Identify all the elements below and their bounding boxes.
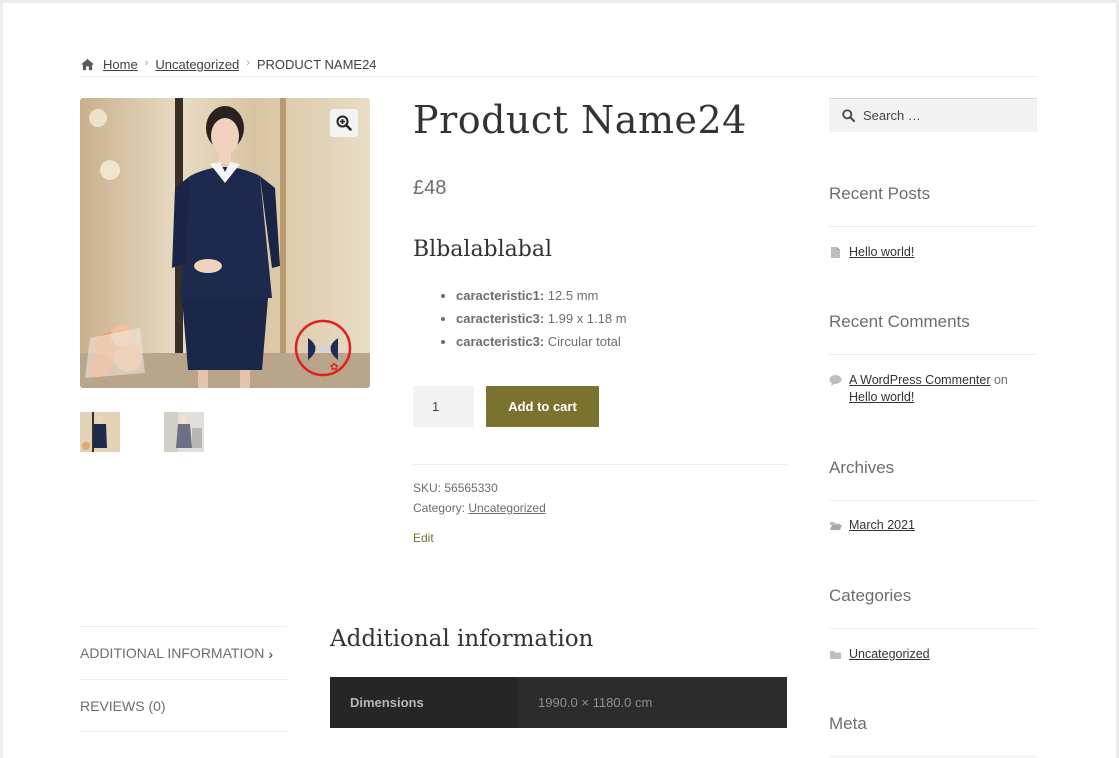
tab-additional-information[interactable]: ADDITIONAL INFORMATION › xyxy=(80,626,287,679)
recent-post-link[interactable]: Hello world! xyxy=(849,244,914,261)
chevron-right-icon: › xyxy=(268,646,273,662)
product-main-image[interactable]: ✿ xyxy=(80,98,370,388)
feature-value: 1.99 x 1.18 m xyxy=(544,311,627,326)
tab-label: REVIEWS (0) xyxy=(80,697,166,714)
sku-label: SKU: xyxy=(413,481,442,495)
archive-link[interactable]: March 2021 xyxy=(849,517,915,534)
feature-list: caracteristic1: 12.5 mm caracteristic3: … xyxy=(456,284,627,353)
thumbnail-image xyxy=(164,412,204,452)
home-icon xyxy=(81,58,94,71)
category-link[interactable]: Uncategorized xyxy=(468,501,545,515)
feature-item: caracteristic1: 12.5 mm xyxy=(456,284,627,307)
breadcrumb-separator: › xyxy=(246,57,250,69)
quantity-value: 1 xyxy=(432,399,440,414)
thumbnail-image xyxy=(80,412,120,452)
feature-item: caracteristic3: 1.99 x 1.18 m xyxy=(456,307,627,330)
product-title: Product Name24 xyxy=(413,98,747,142)
sku-line: SKU: 56565330 xyxy=(413,478,546,498)
breadcrumb-category-link[interactable]: Uncategorized xyxy=(155,57,239,72)
breadcrumb-home-link[interactable]: Home xyxy=(103,57,138,72)
product-meta: SKU: 56565330 Category: Uncategorized xyxy=(413,478,546,518)
category-item: Uncategorized xyxy=(829,646,930,663)
comment-author-link[interactable]: A WordPress Commenter xyxy=(849,373,990,387)
comment-icon xyxy=(829,375,842,386)
edit-link[interactable]: Edit xyxy=(413,531,434,545)
add-to-cart-button[interactable]: Add to cart xyxy=(486,386,599,427)
breadcrumb-separator: › xyxy=(144,57,149,69)
categories-title: Categories xyxy=(829,586,1037,629)
feature-value: Circular total xyxy=(544,334,621,349)
attributes-table: Dimensions 1990.0 × 1180.0 cm xyxy=(330,677,787,728)
feature-label: caracteristic1: xyxy=(456,288,545,303)
tab-reviews[interactable]: REVIEWS (0) xyxy=(80,679,287,732)
quantity-input[interactable]: 1 xyxy=(413,386,474,427)
attribute-value: 1990.0 × 1180.0 cm xyxy=(518,677,787,728)
feature-value: 12.5 mm xyxy=(544,288,599,303)
document-icon xyxy=(831,247,840,258)
breadcrumb: Home › Uncategorized › PRODUCT NAME24 xyxy=(80,57,1037,77)
product-thumbnail[interactable] xyxy=(164,412,204,452)
feature-item: caracteristic3: Circular total xyxy=(456,330,627,353)
product-tabs: ADDITIONAL INFORMATION › REVIEWS (0) xyxy=(80,626,287,732)
recent-comment-text: A WordPress Commenter on Hello world! xyxy=(849,372,1008,406)
product-price: £48 xyxy=(413,177,447,199)
product-photo: ✿ xyxy=(80,98,370,388)
category-label: Category: xyxy=(413,501,466,515)
comment-on-text: on xyxy=(990,373,1008,387)
magnifier-plus-icon xyxy=(336,115,352,131)
sku-value: 56565330 xyxy=(441,481,498,495)
recent-post-item: Hello world! xyxy=(829,244,914,261)
recent-comments-title: Recent Comments xyxy=(829,312,1037,355)
feature-label: caracteristic3: xyxy=(456,334,545,349)
search-placeholder: Search … xyxy=(863,108,921,123)
archives-title: Archives xyxy=(829,458,1037,501)
breadcrumb-current: PRODUCT NAME24 xyxy=(256,57,377,72)
product-subtitle: Blbalablabal xyxy=(413,237,553,262)
meta-title: Meta xyxy=(829,714,1037,757)
folder-icon xyxy=(830,651,841,659)
svg-text:✿: ✿ xyxy=(330,362,338,373)
attribute-name: Dimensions xyxy=(330,677,518,728)
search-input[interactable]: Search … xyxy=(829,98,1037,132)
recent-comment-item: A WordPress Commenter on Hello world! xyxy=(829,372,1019,406)
recent-posts-title: Recent Posts xyxy=(829,184,1037,227)
category-widget-link[interactable]: Uncategorized xyxy=(849,646,930,663)
folder-open-icon xyxy=(830,522,842,530)
tab-label: ADDITIONAL INFORMATION xyxy=(80,645,265,661)
feature-label: caracteristic3: xyxy=(456,311,545,326)
comment-post-link[interactable]: Hello world! xyxy=(849,390,914,404)
search-icon xyxy=(842,109,855,122)
category-line: Category: Uncategorized xyxy=(413,498,546,518)
archive-item: March 2021 xyxy=(829,517,915,534)
divider xyxy=(413,464,787,465)
zoom-button[interactable] xyxy=(330,109,358,137)
panel-title: Additional information xyxy=(330,626,594,652)
product-thumbnail[interactable] xyxy=(80,412,120,452)
